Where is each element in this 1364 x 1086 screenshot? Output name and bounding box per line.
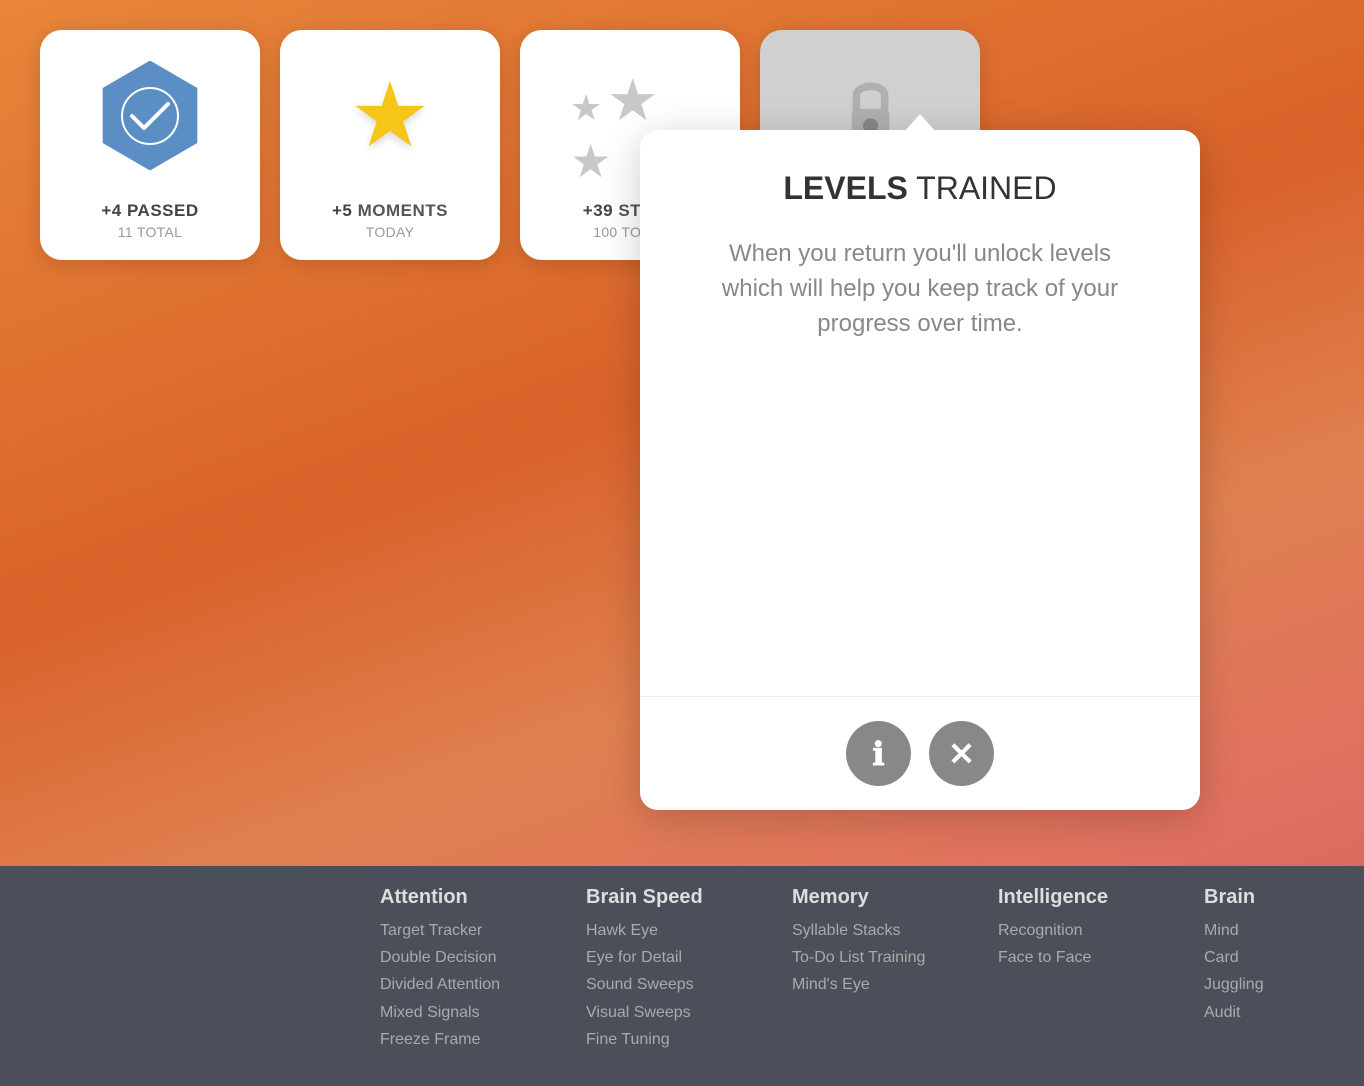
popup-arrow: [904, 114, 936, 132]
bottom-col-intelligence: Intelligence Recognition Face to Face: [978, 886, 1184, 1066]
intelligence-item-1: Recognition: [998, 917, 1164, 944]
moments-label: +5 MOMENTS: [332, 201, 448, 221]
moments-sublabel: TODAY: [366, 224, 414, 240]
popup-body: When you return you'll unlock levels whi…: [720, 237, 1120, 341]
passed-label: +4 PASSED: [101, 201, 198, 221]
memory-item-1: Syllable Stacks: [792, 917, 958, 944]
bottom-content: Attention Target Tracker Double Decision…: [0, 866, 1364, 1086]
moments-icon-area: ★: [280, 30, 500, 201]
attention-item-4: Mixed Signals: [380, 999, 546, 1026]
brain-speed-item-4: Visual Sweeps: [586, 999, 752, 1026]
attention-title: Attention: [380, 886, 546, 909]
stat-card-passed[interactable]: +4 PASSED 11 TOTAL: [40, 30, 260, 260]
star-icon: ★: [350, 71, 431, 161]
memory-item-2: To-Do List Training: [792, 944, 958, 971]
bottom-col-memory: Memory Syllable Stacks To-Do List Traini…: [772, 886, 978, 1066]
brain-item-3: Juggling: [1204, 971, 1314, 998]
brain-speed-item-5: Fine Tuning: [586, 1026, 752, 1053]
attention-item-1: Target Tracker: [380, 917, 546, 944]
info-button[interactable]: ℹ: [846, 721, 911, 786]
brain-title: Brain: [1204, 886, 1314, 909]
popup-panel: LEVELS TRAINED When you return you'll un…: [640, 130, 1200, 810]
memory-title: Memory: [792, 886, 958, 909]
passed-sublabel: 11 TOTAL: [118, 224, 182, 240]
info-icon: ℹ: [872, 738, 884, 770]
brain-item-1: Mind: [1204, 917, 1314, 944]
brain-speed-title: Brain Speed: [586, 886, 752, 909]
attention-item-2: Double Decision: [380, 944, 546, 971]
brain-item-2: Card: [1204, 944, 1314, 971]
intelligence-item-2: Face to Face: [998, 944, 1164, 971]
bottom-col-brain: Brain Mind Card Juggling Audit: [1184, 886, 1334, 1066]
hexagon-icon: [95, 61, 205, 171]
attention-item-3: Divided Attention: [380, 971, 546, 998]
intelligence-title: Intelligence: [998, 886, 1164, 909]
brain-speed-item-3: Sound Sweeps: [586, 971, 752, 998]
memory-item-3: Mind's Eye: [792, 971, 958, 998]
bottom-col-brain-speed: Brain Speed Hawk Eye Eye for Detail Soun…: [566, 886, 772, 1066]
brain-speed-item-1: Hawk Eye: [586, 917, 752, 944]
popup-title: LEVELS TRAINED: [783, 170, 1056, 207]
attention-item-5: Freeze Frame: [380, 1026, 546, 1053]
close-icon: ✕: [948, 738, 975, 770]
stat-card-moments[interactable]: ★ +5 MOMENTS TODAY: [280, 30, 500, 260]
brain-speed-item-2: Eye for Detail: [586, 944, 752, 971]
close-button[interactable]: ✕: [929, 721, 994, 786]
brain-item-4: Audit: [1204, 999, 1314, 1026]
popup-footer: ℹ ✕: [640, 696, 1200, 810]
bottom-col-attention: Attention Target Tracker Double Decision…: [360, 886, 566, 1066]
passed-icon-area: [40, 30, 260, 201]
